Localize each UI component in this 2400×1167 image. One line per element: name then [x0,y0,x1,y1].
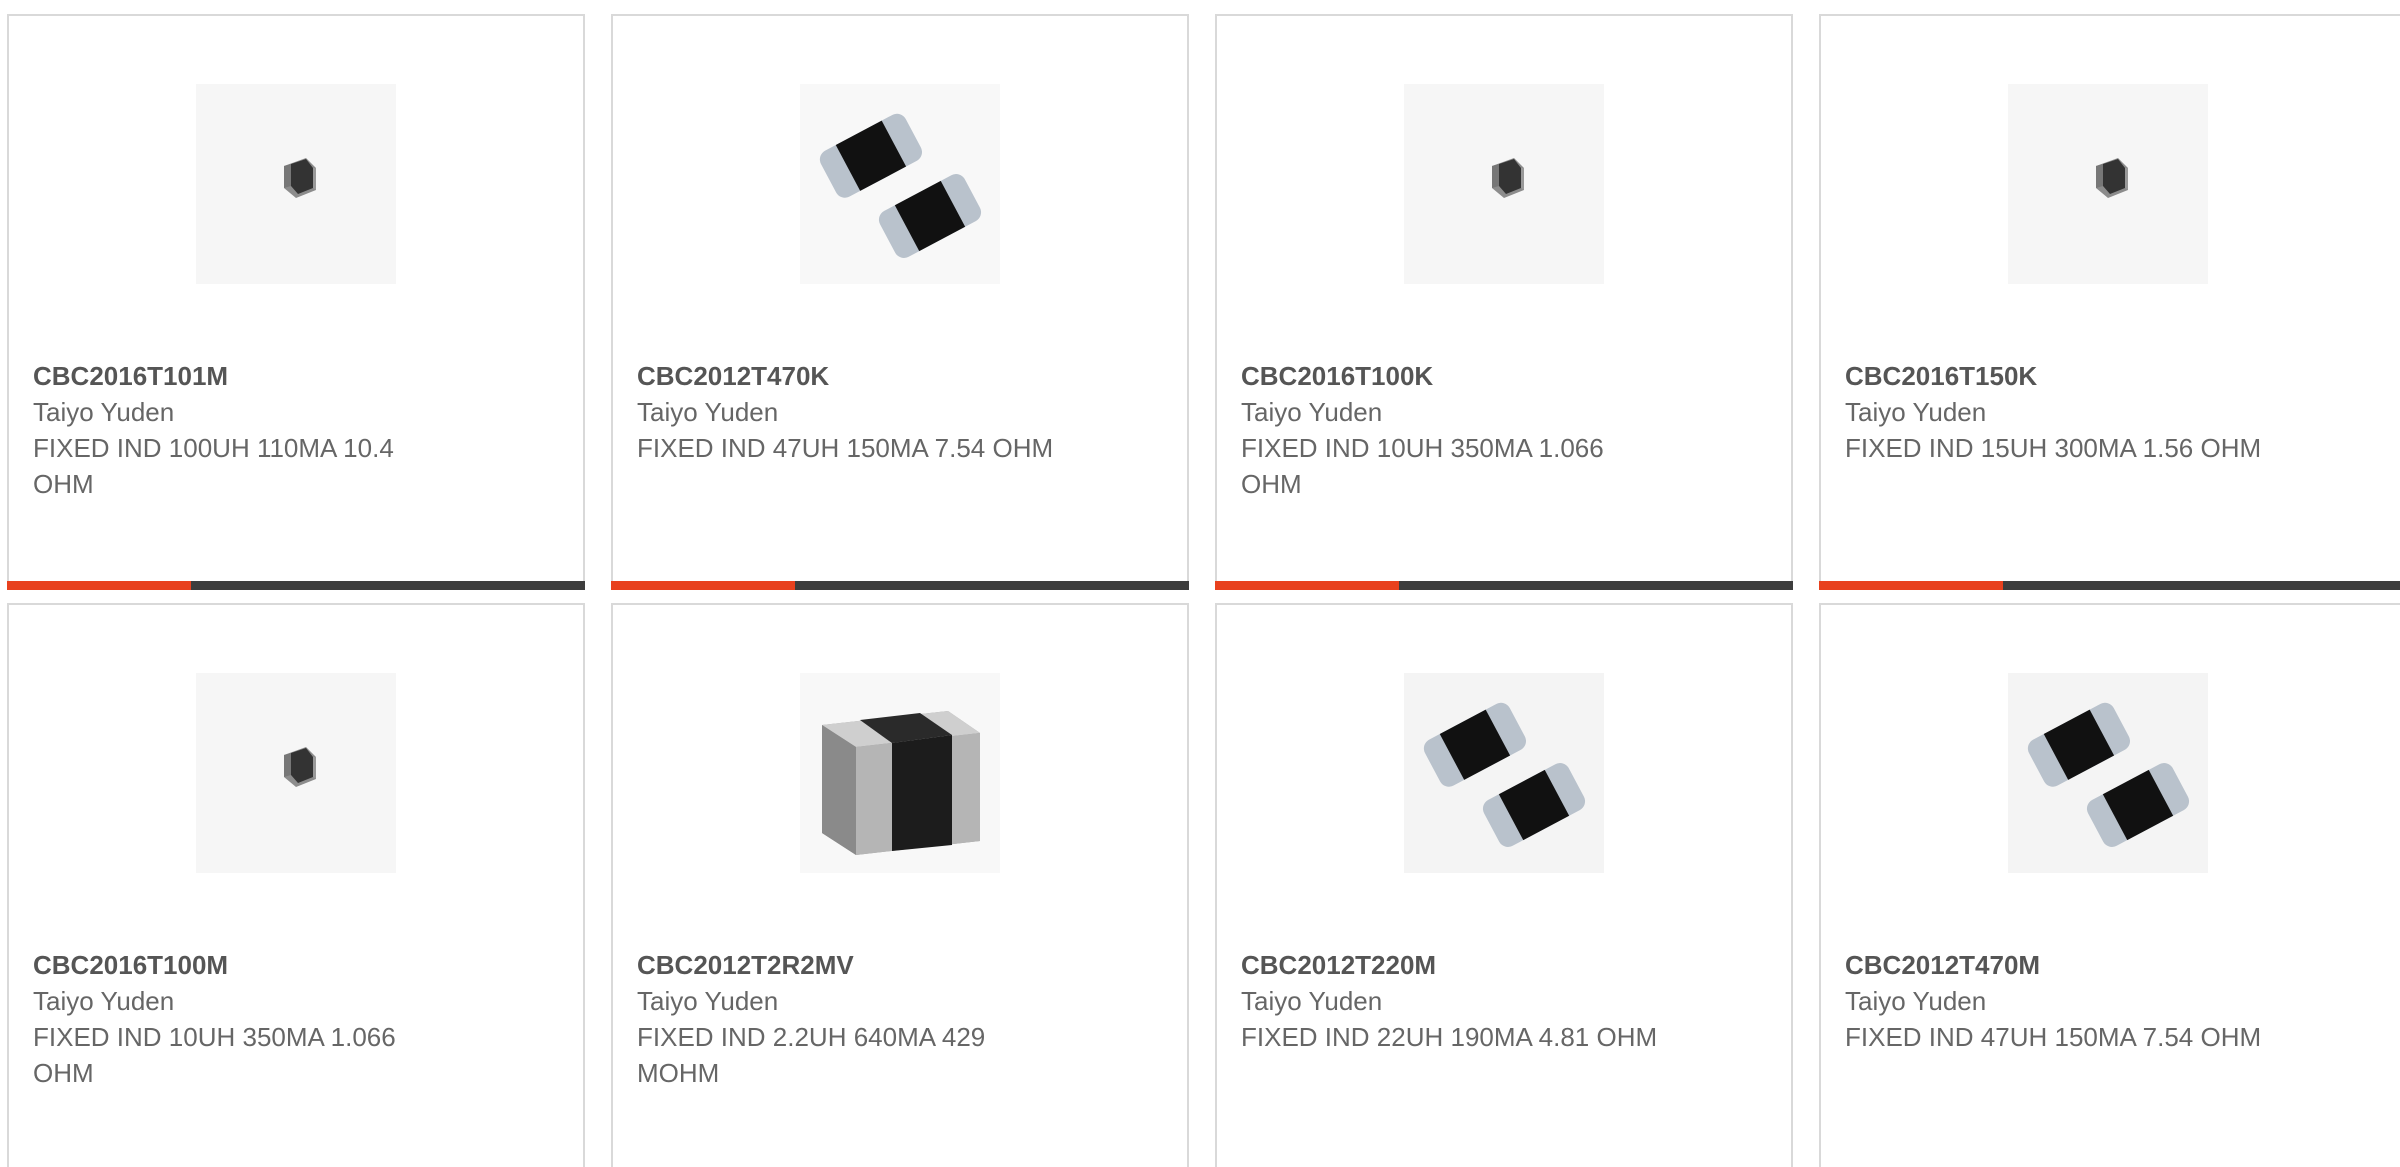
product-info: CBC2012T470K Taiyo Yuden FIXED IND 47UH … [637,358,1057,466]
card-bar-accent [1215,581,1399,590]
description: FIXED IND 10UH 350MA 1.066 OHM [1241,433,1604,499]
description: FIXED IND 2.2UH 640MA 429 MOHM [637,1022,986,1088]
small-inductor-icon [2008,84,2208,284]
large-inductor-icon [800,673,1000,873]
manufacturer: Taiyo Yuden [1241,397,1383,427]
product-info: CBC2012T2R2MV Taiyo Yuden FIXED IND 2.2U… [637,947,1057,1091]
manufacturer: Taiyo Yuden [33,397,175,427]
product-info: CBC2016T100M Taiyo Yuden FIXED IND 10UH … [33,947,453,1091]
manufacturer: Taiyo Yuden [637,397,779,427]
product-card[interactable]: CBC2012T2R2MV Taiyo Yuden FIXED IND 2.2U… [611,603,1189,1167]
small-inductor-icon [1404,84,1604,284]
card-bar-accent [7,581,191,590]
product-info: CBC2012T220M Taiyo Yuden FIXED IND 22UH … [1241,947,1661,1055]
manufacturer: Taiyo Yuden [1845,397,1987,427]
card-bar [1819,581,2400,590]
product-info: CBC2012T470M Taiyo Yuden FIXED IND 47UH … [1845,947,2265,1055]
part-number[interactable]: CBC2012T2R2MV [637,947,1057,983]
product-info: CBC2016T150K Taiyo Yuden FIXED IND 15UH … [1845,358,2265,466]
part-number[interactable]: CBC2012T220M [1241,947,1661,983]
part-number[interactable]: CBC2016T100K [1241,358,1661,394]
card-bar [7,581,585,590]
product-card[interactable]: CBC2016T101M Taiyo Yuden FIXED IND 100UH… [7,14,585,590]
product-card[interactable]: CBC2012T470K Taiyo Yuden FIXED IND 47UH … [611,14,1189,590]
small-inductor-icon [196,673,396,873]
description: FIXED IND 22UH 190MA 4.81 OHM [1241,1022,1658,1052]
part-number[interactable]: CBC2016T150K [1845,358,2265,394]
product-info: CBC2016T100K Taiyo Yuden FIXED IND 10UH … [1241,358,1661,502]
manufacturer: Taiyo Yuden [637,986,779,1016]
description: FIXED IND 15UH 300MA 1.56 OHM [1845,433,2262,463]
product-info: CBC2016T101M Taiyo Yuden FIXED IND 100UH… [33,358,453,502]
description: FIXED IND 10UH 350MA 1.066 OHM [33,1022,396,1088]
part-number[interactable]: CBC2012T470M [1845,947,2265,983]
description: FIXED IND 100UH 110MA 10.4 OHM [33,433,394,499]
description: FIXED IND 47UH 150MA 7.54 OHM [637,433,1054,463]
part-number[interactable]: CBC2016T100M [33,947,453,983]
product-card[interactable]: CBC2016T150K Taiyo Yuden FIXED IND 15UH … [1819,14,2400,590]
description: FIXED IND 47UH 150MA 7.54 OHM [1845,1022,2262,1052]
double-inductor-icon [2008,673,2208,873]
card-bar [1215,581,1793,590]
card-bar-accent [1819,581,2003,590]
part-number[interactable]: CBC2016T101M [33,358,453,394]
part-number[interactable]: CBC2012T470K [637,358,1057,394]
small-inductor-icon [196,84,396,284]
product-card[interactable]: CBC2016T100M Taiyo Yuden FIXED IND 10UH … [7,603,585,1167]
double-inductor-icon [800,84,1000,284]
card-bar-accent [611,581,795,590]
product-grid: CBC2016T101M Taiyo Yuden FIXED IND 100UH… [0,0,2400,1167]
product-card[interactable]: CBC2016T100K Taiyo Yuden FIXED IND 10UH … [1215,14,1793,590]
manufacturer: Taiyo Yuden [33,986,175,1016]
product-card[interactable]: CBC2012T220M Taiyo Yuden FIXED IND 22UH … [1215,603,1793,1167]
double-inductor-icon [1404,673,1604,873]
manufacturer: Taiyo Yuden [1845,986,1987,1016]
product-card[interactable]: CBC2012T470M Taiyo Yuden FIXED IND 47UH … [1819,603,2400,1167]
manufacturer: Taiyo Yuden [1241,986,1383,1016]
card-bar [611,581,1189,590]
